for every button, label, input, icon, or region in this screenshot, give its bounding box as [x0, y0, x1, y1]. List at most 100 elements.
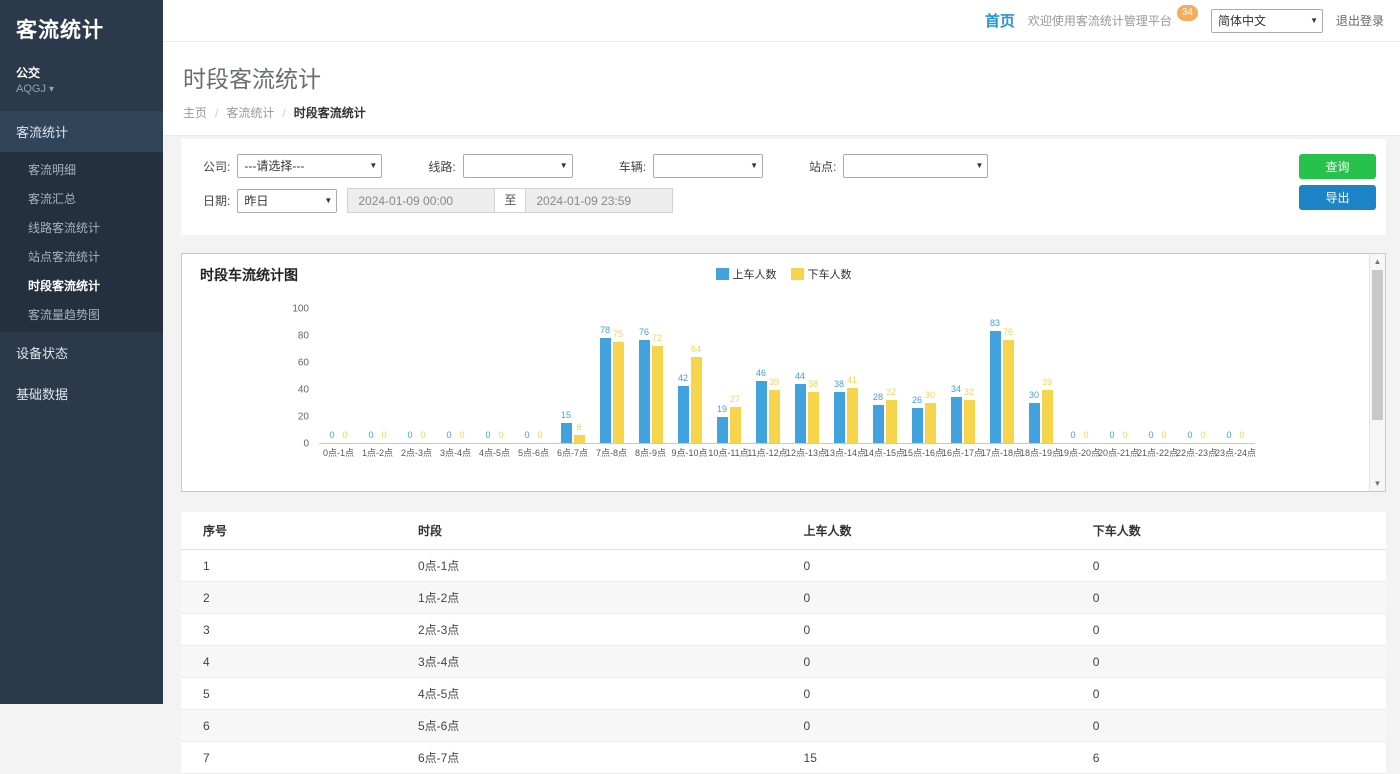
bar[interactable]: 38 — [834, 392, 845, 443]
bars: 156 — [553, 309, 592, 444]
bar[interactable]: 6 — [574, 435, 585, 443]
line-select[interactable] — [463, 154, 573, 178]
breadcrumb-item[interactable]: 主页 — [183, 104, 207, 121]
vehicle-select[interactable] — [653, 154, 763, 178]
bar[interactable]: 15 — [561, 423, 572, 443]
sidebar-group-header[interactable]: 基础数据 — [0, 373, 163, 414]
y-axis-tick: 100 — [292, 304, 309, 315]
company-select[interactable]: ---请选择--- — [237, 154, 382, 178]
table-row[interactable]: 21点-2点00 — [181, 582, 1386, 614]
bar[interactable]: 30 — [1029, 403, 1040, 444]
bar-value: 0 — [498, 430, 503, 440]
chart-bar-group: 42649点-10点 — [670, 309, 709, 460]
bar-value: 0 — [407, 430, 412, 440]
notification-badge[interactable]: 34 — [1177, 5, 1198, 21]
bar[interactable]: 27 — [730, 407, 741, 443]
language-select[interactable]: 简体中文 — [1211, 9, 1323, 33]
sidebar-group-header[interactable]: 客流统计 — [0, 111, 163, 152]
bar[interactable]: 46 — [756, 381, 767, 443]
bar[interactable]: 42 — [678, 386, 689, 443]
bar[interactable]: 26 — [912, 408, 923, 443]
legend-swatch-icon — [716, 268, 729, 280]
bar[interactable]: 83 — [990, 331, 1001, 443]
query-button[interactable]: 查询 — [1299, 154, 1376, 179]
org-selector[interactable]: AQGJ▾ — [0, 83, 163, 111]
bar[interactable]: 32 — [886, 400, 897, 443]
bar[interactable]: 44 — [795, 384, 806, 443]
bar-value: 0 — [1161, 430, 1166, 440]
sidebar-item[interactable]: 客流汇总 — [0, 184, 163, 213]
bars: 7672 — [631, 309, 670, 444]
breadcrumb-item[interactable]: 客流统计 — [226, 104, 274, 121]
language-select-wrap: 简体中文 ▼ — [1211, 9, 1323, 33]
filter-panel: 公司: ---请选择--- ▼ 线路: ▼ 车辆: — [181, 139, 1386, 235]
x-axis-label: 19点-20点 — [1060, 446, 1099, 460]
scroll-down-icon[interactable]: ▼ — [1370, 476, 1385, 491]
bar-value: 19 — [717, 404, 727, 414]
table-row[interactable]: 76点-7点156 — [181, 742, 1386, 774]
station-field: 站点: ▼ — [809, 154, 988, 178]
bar-value: 0 — [1239, 430, 1244, 440]
breadcrumb-item[interactable]: 时段客流统计 — [294, 104, 366, 121]
chart-bar-group: 003点-4点 — [436, 309, 475, 460]
date-end-input[interactable] — [525, 188, 673, 213]
content: 公司: ---请选择--- ▼ 线路: ▼ 车辆: — [163, 136, 1400, 774]
bar[interactable]: 75 — [613, 342, 624, 443]
table-row[interactable]: 65点-6点00 — [181, 710, 1386, 742]
sidebar-item[interactable]: 客流明细 — [0, 155, 163, 184]
filter-row-1: 公司: ---请选择--- ▼ 线路: ▼ 车辆: — [203, 154, 1372, 178]
bar[interactable]: 76 — [1003, 340, 1014, 443]
bar[interactable]: 30 — [925, 403, 936, 444]
table-cell: 0 — [796, 614, 1085, 646]
table-cell: 0 — [796, 710, 1085, 742]
sidebar-item[interactable]: 站点客流统计 — [0, 242, 163, 271]
home-link[interactable]: 首页 — [985, 10, 1015, 31]
bar[interactable]: 38 — [808, 392, 819, 443]
bar[interactable]: 34 — [951, 397, 962, 443]
date-preset-select[interactable]: 昨日 — [237, 189, 337, 213]
sidebar-group-header[interactable]: 设备状态 — [0, 332, 163, 373]
date-label: 日期: — [203, 192, 230, 209]
sidebar-nav: 客流统计客流明细客流汇总线路客流统计站点客流统计时段客流统计客流量趋势图设备状态… — [0, 111, 163, 414]
sidebar-item[interactable]: 线路客流统计 — [0, 213, 163, 242]
bar-value: 0 — [381, 430, 386, 440]
bar-value: 0 — [368, 430, 373, 440]
table-row[interactable]: 54点-5点00 — [181, 678, 1386, 710]
bar[interactable]: 39 — [1042, 390, 1053, 443]
table-row[interactable]: 43点-4点00 — [181, 646, 1386, 678]
chart-bar-group: 005点-6点 — [514, 309, 553, 460]
line-label: 线路: — [428, 158, 455, 175]
bar[interactable]: 32 — [964, 400, 975, 443]
table-row[interactable]: 10点-1点00 — [181, 550, 1386, 582]
bar[interactable]: 76 — [639, 340, 650, 443]
legend-item[interactable]: 下车人数 — [791, 266, 852, 282]
bar[interactable]: 64 — [691, 357, 702, 443]
sidebar-item[interactable]: 客流量趋势图 — [0, 300, 163, 329]
station-select[interactable] — [843, 154, 988, 178]
bar[interactable]: 19 — [717, 417, 728, 443]
org-code-label: AQGJ — [16, 83, 46, 95]
bar[interactable]: 39 — [769, 390, 780, 443]
sidebar-item[interactable]: 时段客流统计 — [0, 271, 163, 300]
bar-value: 38 — [834, 379, 844, 389]
scroll-up-icon[interactable]: ▲ — [1370, 254, 1385, 269]
table-row[interactable]: 32点-3点00 — [181, 614, 1386, 646]
bar[interactable]: 72 — [652, 346, 663, 443]
bar-value: 42 — [678, 373, 688, 383]
logout-link[interactable]: 退出登录 — [1336, 12, 1384, 29]
bars: 4264 — [670, 309, 709, 444]
date-start-input[interactable] — [347, 188, 495, 213]
bar[interactable]: 41 — [847, 388, 858, 443]
bar[interactable]: 28 — [873, 405, 884, 443]
x-axis-label: 5点-6点 — [514, 446, 553, 460]
station-label: 站点: — [809, 158, 836, 175]
chart-scrollbar[interactable]: ▲ ▼ — [1369, 254, 1385, 491]
export-button[interactable]: 导出 — [1299, 185, 1376, 210]
bar-value: 39 — [1042, 377, 1052, 387]
x-axis-label: 8点-9点 — [631, 446, 670, 460]
legend-item[interactable]: 上车人数 — [716, 266, 777, 282]
table-cell: 6点-7点 — [410, 742, 796, 774]
scrollbar-thumb[interactable] — [1372, 270, 1383, 420]
bars: 00 — [358, 309, 397, 444]
bar[interactable]: 78 — [600, 338, 611, 443]
